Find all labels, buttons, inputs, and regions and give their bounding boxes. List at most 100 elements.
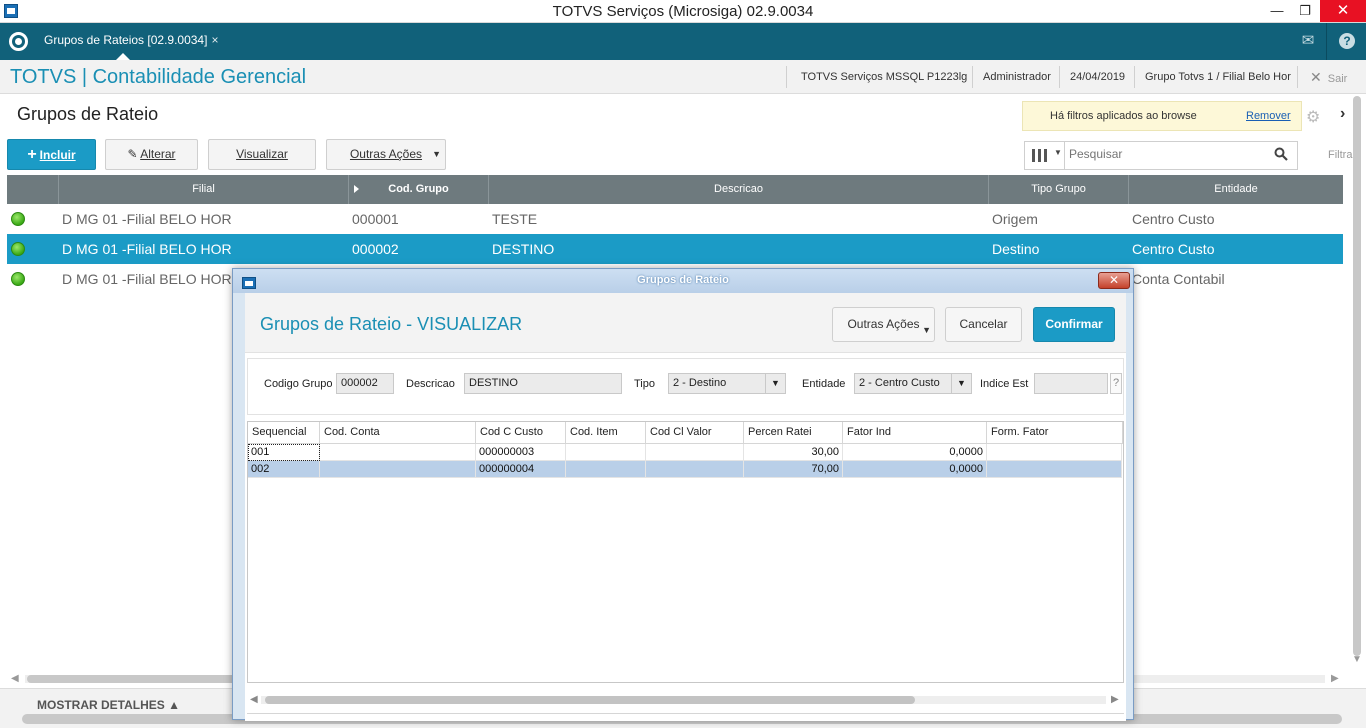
minimize-icon[interactable]: — bbox=[1263, 0, 1291, 22]
cell-cod-conta[interactable] bbox=[320, 461, 476, 478]
browse-vertical-scrollbar[interactable]: ▼ bbox=[1350, 94, 1366, 704]
restore-icon[interactable]: ❐ bbox=[1291, 0, 1319, 22]
grid-horizontal-scrollbar[interactable]: ◀ ▶ bbox=[247, 693, 1124, 707]
cancel-button[interactable]: Cancelar bbox=[945, 307, 1022, 342]
column-header-cod-grupo[interactable]: Cod. Grupo bbox=[349, 175, 489, 204]
active-tab-caret bbox=[116, 53, 130, 60]
scroll-right-icon[interactable]: ▶ bbox=[1111, 694, 1119, 705]
outras-acoes-button[interactable]: Outras Ações ▼ bbox=[326, 139, 446, 170]
scroll-left-icon[interactable]: ◀ bbox=[11, 673, 19, 684]
scroll-thumb[interactable] bbox=[265, 696, 915, 704]
incluir-button[interactable]: + Incluir bbox=[7, 139, 96, 170]
page-title: Grupos de Rateio bbox=[17, 104, 159, 124]
cell-entidade: Centro Custo bbox=[1132, 241, 1215, 257]
cell-fator-ind[interactable]: 0,0000 bbox=[843, 461, 987, 478]
column-selector[interactable]: ▼ bbox=[1025, 142, 1065, 169]
search-icon[interactable] bbox=[1274, 147, 1288, 161]
help-icon[interactable]: ? bbox=[1339, 33, 1355, 49]
column-header-cod-cl-valor[interactable]: Cod Cl Valor bbox=[646, 422, 744, 444]
dialog-window-title: Grupos de Rateio bbox=[637, 274, 729, 286]
cell-cod-grupo: 000001 bbox=[352, 211, 399, 227]
column-header-cod-c-custo[interactable]: Cod C Custo bbox=[476, 422, 566, 444]
visualizar-dialog: Grupos de Rateio ✕ Grupos de Rateio - VI… bbox=[232, 268, 1134, 721]
tab-close-icon[interactable]: × bbox=[211, 33, 218, 47]
visualizar-button[interactable]: Visualizar bbox=[208, 139, 316, 170]
scroll-down-icon[interactable]: ▼ bbox=[1352, 654, 1362, 665]
cell-percen-ratei[interactable]: 30,00 bbox=[744, 444, 843, 461]
scroll-thumb[interactable] bbox=[1353, 96, 1361, 656]
cell-cod-item[interactable] bbox=[566, 444, 646, 461]
column-header-percen-ratei[interactable]: Percen Ratei bbox=[744, 422, 843, 444]
chevron-down-icon: ▼ bbox=[1054, 148, 1062, 157]
search-box: ▼ bbox=[1024, 141, 1298, 170]
cell-entidade: Conta Contabil bbox=[1132, 271, 1225, 287]
column-header-cod-item[interactable]: Cod. Item bbox=[566, 422, 646, 444]
codigo-grupo-label: Codigo Grupo bbox=[264, 378, 333, 390]
descricao-label: Descricao bbox=[406, 378, 455, 390]
gear-icon[interactable]: ⚙ bbox=[1306, 107, 1320, 127]
mail-icon[interactable]: ✉ bbox=[1298, 31, 1318, 51]
cell-cod-c-custo[interactable]: 000000004 bbox=[476, 461, 566, 478]
totvs-logo-icon[interactable] bbox=[9, 32, 28, 51]
status-column-header[interactable] bbox=[7, 175, 59, 204]
cell-cod-item[interactable] bbox=[566, 461, 646, 478]
column-header-descricao[interactable]: Descricao bbox=[489, 175, 989, 204]
column-header-form-fator[interactable]: Form. Fator bbox=[987, 422, 1123, 444]
chevron-right-icon[interactable]: › bbox=[1340, 105, 1345, 123]
dialog-titlebar: Grupos de Rateio ✕ bbox=[233, 269, 1133, 293]
date-label: 24/04/2019 bbox=[1070, 71, 1126, 83]
cell-cod-cl-valor[interactable] bbox=[646, 461, 744, 478]
outras-acoes-label: Outras Ações bbox=[349, 147, 423, 161]
confirm-button[interactable]: Confirmar bbox=[1033, 307, 1115, 342]
divider bbox=[786, 66, 787, 88]
chevron-up-icon: ▲ bbox=[168, 698, 181, 712]
tab-grupos-de-rateios[interactable]: Grupos de Rateios [02.9.0034] × bbox=[44, 33, 218, 47]
alterar-button[interactable]: ✎ Alterar bbox=[105, 139, 198, 170]
window-title: TOTVS Serviços (Microsiga) 02.9.0034 bbox=[552, 3, 814, 20]
table-row-selected[interactable]: D MG 01 -Filial BELO HOR 000002 DESTINO … bbox=[7, 234, 1343, 264]
cell-sequencial[interactable]: 002 bbox=[248, 461, 320, 478]
table-row[interactable]: D MG 01 -Filial BELO HOR 000001 TESTE Or… bbox=[7, 204, 1343, 234]
mostrar-detalhes-toggle[interactable]: MOSTRAR DETALHES ▲ bbox=[37, 698, 180, 712]
close-window-icon[interactable]: ✕ bbox=[1320, 0, 1366, 22]
cell-cod-conta[interactable] bbox=[320, 444, 476, 461]
pencil-icon: ✎ bbox=[127, 147, 141, 161]
remove-filter-link[interactable]: Remover bbox=[1246, 110, 1291, 122]
grid-row[interactable]: 001 000000003 30,00 0,0000 bbox=[248, 444, 1122, 461]
cell-form-fator[interactable] bbox=[987, 461, 1122, 478]
column-header-sequencial[interactable]: Sequencial bbox=[248, 422, 320, 444]
cell-sequencial[interactable]: 001 bbox=[248, 444, 320, 461]
status-green-icon bbox=[11, 242, 25, 256]
dialog-close-icon[interactable]: ✕ bbox=[1098, 272, 1130, 289]
scroll-thumb[interactable] bbox=[27, 675, 237, 683]
column-header-tipo-grupo[interactable]: Tipo Grupo bbox=[989, 175, 1129, 204]
chevron-down-icon: ▼ bbox=[432, 149, 441, 159]
scroll-right-icon[interactable]: ▶ bbox=[1331, 673, 1339, 684]
exit-icon: ✕ bbox=[1310, 69, 1322, 85]
cell-fator-ind[interactable]: 0,0000 bbox=[843, 444, 987, 461]
search-input[interactable] bbox=[1069, 147, 1269, 161]
cell-form-fator[interactable] bbox=[987, 444, 1122, 461]
entidade-select[interactable]: 2 - Centro Custo ▼ bbox=[854, 373, 972, 394]
grid-row-selected[interactable]: 002 000000004 70,00 0,0000 bbox=[248, 461, 1122, 478]
status-green-icon bbox=[11, 212, 25, 226]
dialog-outras-acoes-button[interactable]: Outras Ações ▼ bbox=[832, 307, 935, 342]
chevron-down-icon: ▼ bbox=[922, 325, 931, 335]
column-header-entidade[interactable]: Entidade bbox=[1129, 175, 1343, 204]
column-header-fator-ind[interactable]: Fator Ind bbox=[843, 422, 987, 444]
exit-button[interactable]: ✕ Sair bbox=[1310, 69, 1347, 86]
scroll-left-icon[interactable]: ◀ bbox=[250, 694, 258, 705]
codigo-grupo-field[interactable]: 000002 bbox=[336, 373, 394, 394]
cell-percen-ratei[interactable]: 70,00 bbox=[744, 461, 843, 478]
column-header-cod-conta[interactable]: Cod. Conta bbox=[320, 422, 476, 444]
descricao-field[interactable]: DESTINO bbox=[464, 373, 622, 394]
cell-cod-cl-valor[interactable] bbox=[646, 444, 744, 461]
lookup-button[interactable]: ? bbox=[1110, 373, 1122, 394]
column-header-filial[interactable]: Filial bbox=[59, 175, 349, 204]
tipo-select[interactable]: 2 - Destino ▼ bbox=[668, 373, 786, 394]
incluir-label: Incluir bbox=[39, 148, 76, 162]
dialog-title: Grupos de Rateio - VISUALIZAR bbox=[260, 314, 523, 334]
indice-est-field[interactable] bbox=[1034, 373, 1108, 394]
divider bbox=[1134, 66, 1135, 88]
cell-cod-c-custo[interactable]: 000000003 bbox=[476, 444, 566, 461]
